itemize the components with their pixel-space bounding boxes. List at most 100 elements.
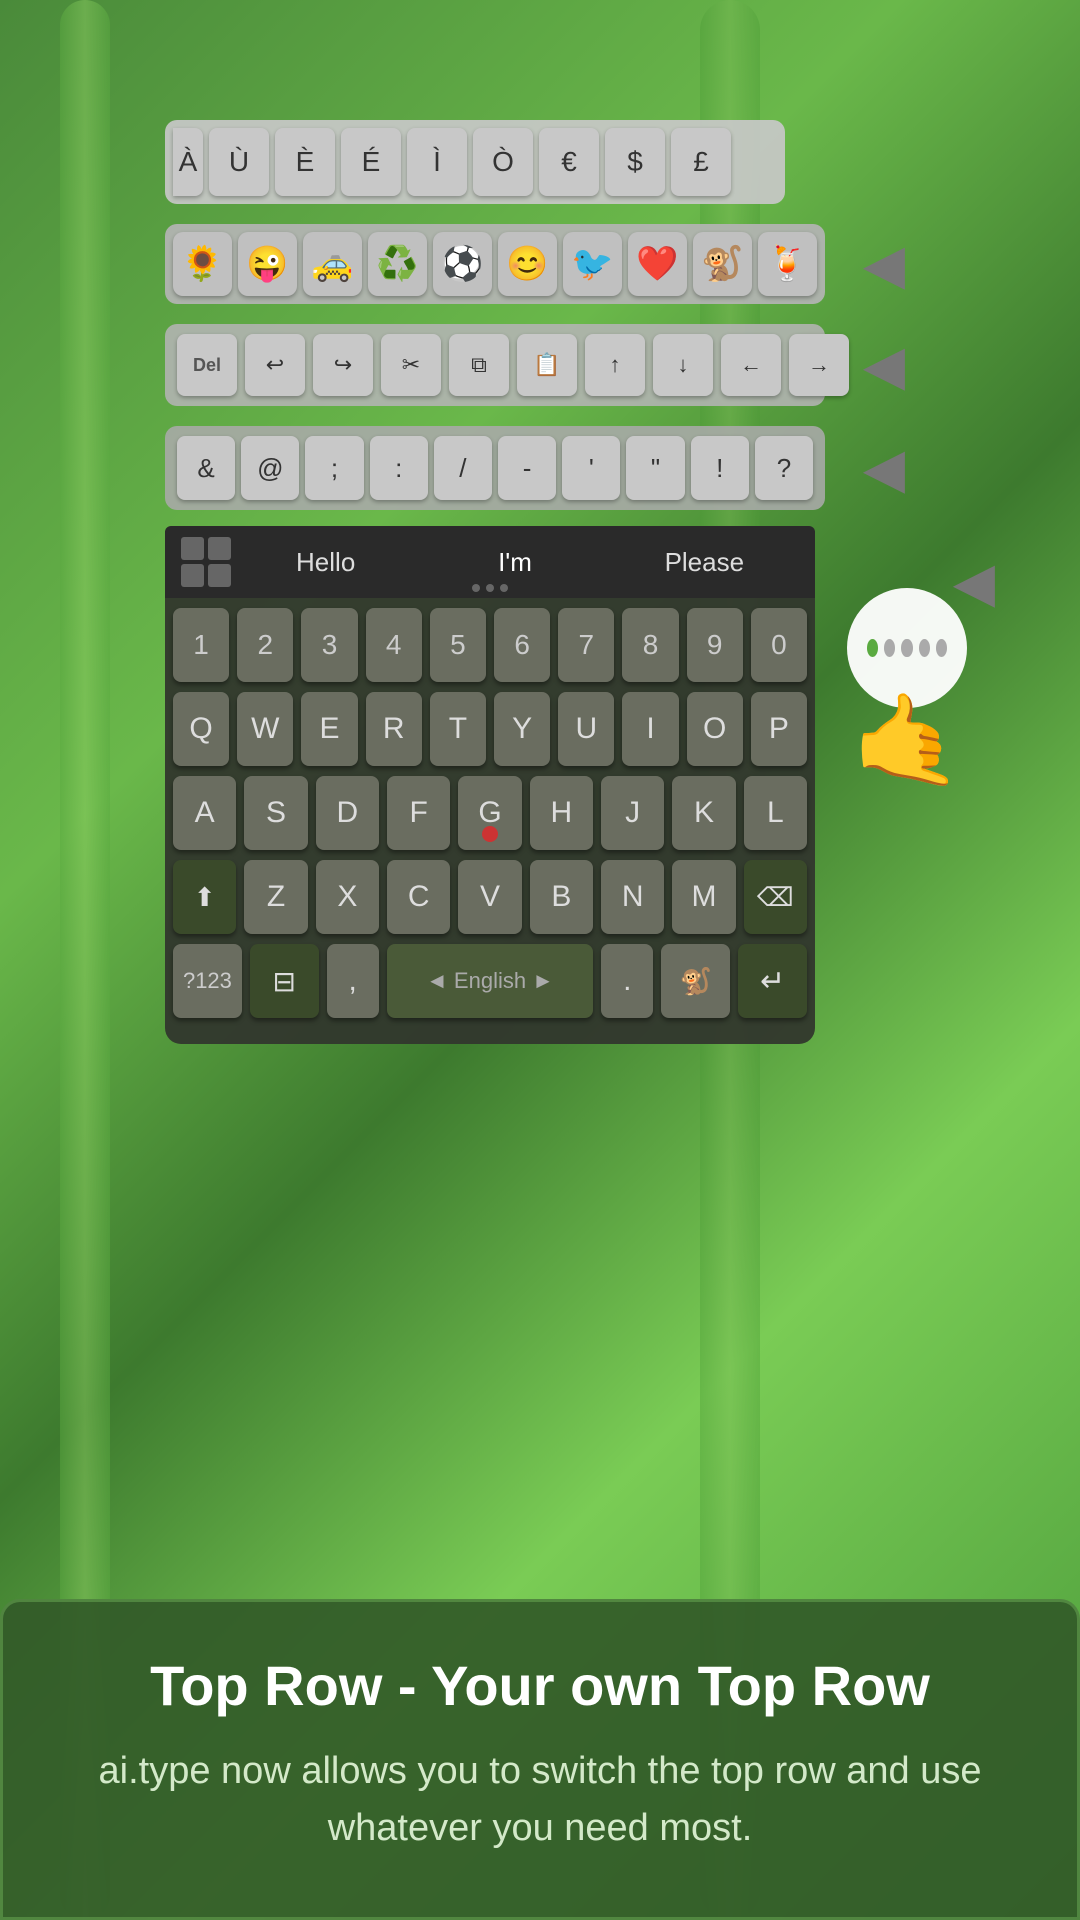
comma-key[interactable]: ,	[327, 944, 379, 1018]
key-u[interactable]: U	[558, 692, 614, 766]
emoji-soccer[interactable]: ⚽	[433, 232, 492, 296]
emoji-tongue[interactable]: 😜	[238, 232, 297, 296]
period-key[interactable]: .	[601, 944, 653, 1018]
emoji-cocktail[interactable]: 🍹	[758, 232, 817, 296]
key-6[interactable]: 6	[494, 608, 550, 682]
key-t[interactable]: T	[430, 692, 486, 766]
copy-key[interactable]: ⧉	[449, 334, 509, 396]
emoji-sunflower[interactable]: 🌻	[173, 232, 232, 296]
symbols-row: & @ ; : / - ' " ! ? ◀	[165, 426, 825, 510]
char-key-e-acute[interactable]: É	[341, 128, 401, 196]
key-o[interactable]: O	[687, 692, 743, 766]
emoji-smile[interactable]: 😊	[498, 232, 557, 296]
key-h[interactable]: H	[530, 776, 593, 850]
dot-gray-4	[936, 639, 947, 657]
emoji-recycle[interactable]: ♻️	[368, 232, 427, 296]
sym-question[interactable]: ?	[755, 436, 813, 500]
num123-key[interactable]: ?123	[173, 944, 242, 1018]
suggestion-hello[interactable]: Hello	[231, 547, 420, 578]
key-y[interactable]: Y	[494, 692, 550, 766]
dot-gray-2	[901, 639, 912, 657]
undo-key[interactable]: ↩	[245, 334, 305, 396]
char-key-dollar[interactable]: $	[605, 128, 665, 196]
emoji-monkey[interactable]: 🐒	[693, 232, 752, 296]
del-key[interactable]: Del	[177, 334, 237, 396]
sym-colon[interactable]: :	[370, 436, 428, 500]
layout-key[interactable]: ⊟	[250, 944, 319, 1018]
key-q[interactable]: Q	[173, 692, 229, 766]
keyboard-container: À Ù È É Ì Ò € $ £	[165, 120, 915, 1044]
emoji-kb-key[interactable]: 🐒	[661, 944, 730, 1018]
key-a[interactable]: A	[173, 776, 236, 850]
key-n[interactable]: N	[601, 860, 664, 934]
suggestion-im[interactable]: I'm	[420, 547, 609, 578]
key-4[interactable]: 4	[366, 608, 422, 682]
key-m[interactable]: M	[672, 860, 735, 934]
char-key-partial[interactable]: À	[173, 128, 203, 196]
move-up-key[interactable]: ↑	[585, 334, 645, 396]
key-j[interactable]: J	[601, 776, 664, 850]
char-key-o-grave[interactable]: Ò	[473, 128, 533, 196]
cut-key[interactable]: ✂	[381, 334, 441, 396]
move-left-key[interactable]: ←	[721, 334, 781, 396]
key-g[interactable]: G	[458, 776, 521, 850]
char-key-u-grave[interactable]: Ù	[209, 128, 269, 196]
grid-icon[interactable]	[181, 537, 231, 587]
sym-semicolon[interactable]: ;	[305, 436, 363, 500]
redo-key[interactable]: ↪	[313, 334, 373, 396]
sym-at[interactable]: @	[241, 436, 299, 500]
key-0[interactable]: 0	[751, 608, 807, 682]
key-3[interactable]: 3	[301, 608, 357, 682]
edit-row: Del ↩ ↪ ✂ ⧉ 📋 ↑ ↓ ← → ◀	[165, 324, 825, 406]
key-7[interactable]: 7	[558, 608, 614, 682]
shift-key[interactable]: ⬆	[173, 860, 236, 934]
key-5[interactable]: 5	[430, 608, 486, 682]
key-f[interactable]: F	[387, 776, 450, 850]
grid-button-area[interactable]	[181, 537, 231, 587]
key-e[interactable]: E	[301, 692, 357, 766]
key-b[interactable]: B	[530, 860, 593, 934]
special-chars-row: À Ù È É Ì Ò € $ £	[165, 120, 785, 204]
key-1[interactable]: 1	[173, 608, 229, 682]
key-i[interactable]: I	[622, 692, 678, 766]
bottom-desc: ai.type now allows you to switch the top…	[63, 1743, 1017, 1857]
space-key[interactable]: ◄ English ►	[387, 944, 594, 1018]
sym-slash[interactable]: /	[434, 436, 492, 500]
move-down-key[interactable]: ↓	[653, 334, 713, 396]
emoji-taxi[interactable]: 🚕	[303, 232, 362, 296]
key-r[interactable]: R	[366, 692, 422, 766]
sym-exclaim[interactable]: !	[691, 436, 749, 500]
sym-dash[interactable]: -	[498, 436, 556, 500]
key-s[interactable]: S	[244, 776, 307, 850]
swipe-indicator: 🤙	[847, 588, 967, 793]
key-c[interactable]: C	[387, 860, 450, 934]
char-key-euro[interactable]: €	[539, 128, 599, 196]
enter-key[interactable]: ↵	[738, 944, 807, 1018]
key-k[interactable]: K	[672, 776, 735, 850]
qwerty-row: Q W E R T Y U I O P	[173, 692, 807, 766]
sym-apostrophe[interactable]: '	[562, 436, 620, 500]
key-w[interactable]: W	[237, 692, 293, 766]
keyboard-main: 1 2 3 4 5 6 7 8 9 0	[165, 598, 815, 1044]
key-l[interactable]: L	[744, 776, 807, 850]
key-d[interactable]: D	[316, 776, 379, 850]
key-9[interactable]: 9	[687, 608, 743, 682]
key-p[interactable]: P	[751, 692, 807, 766]
char-key-i-grave[interactable]: Ì	[407, 128, 467, 196]
key-z[interactable]: Z	[244, 860, 307, 934]
char-key-e-grave[interactable]: È	[275, 128, 335, 196]
key-v[interactable]: V	[458, 860, 521, 934]
suggestion-please[interactable]: Please	[610, 547, 799, 578]
paste-key[interactable]: 📋	[517, 334, 577, 396]
char-key-pound[interactable]: £	[671, 128, 731, 196]
arrow-emoji: ◀	[863, 232, 905, 296]
key-8[interactable]: 8	[622, 608, 678, 682]
backspace-key[interactable]: ⌫	[744, 860, 807, 934]
move-right-key[interactable]: →	[789, 334, 849, 396]
key-x[interactable]: X	[316, 860, 379, 934]
emoji-heart[interactable]: ❤️	[628, 232, 687, 296]
key-2[interactable]: 2	[237, 608, 293, 682]
emoji-bird[interactable]: 🐦	[563, 232, 622, 296]
sym-ampersand[interactable]: &	[177, 436, 235, 500]
sym-quote[interactable]: "	[626, 436, 684, 500]
